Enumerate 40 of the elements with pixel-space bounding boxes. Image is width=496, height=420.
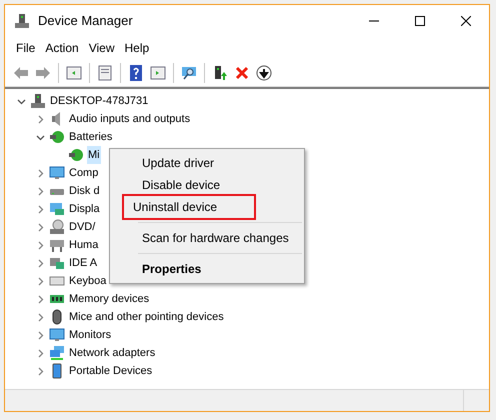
dvd-drive-icon: [49, 219, 65, 235]
tree-item[interactable]: Memory devices: [68, 290, 150, 308]
device-manager-icon: [14, 13, 30, 29]
context-menu-item[interactable]: Uninstall device: [122, 194, 256, 220]
tree-item[interactable]: Huma: [68, 236, 100, 254]
tree-item[interactable]: Monitors: [68, 326, 112, 344]
tree-item[interactable]: DVD/: [68, 218, 96, 236]
collapse-chevron-icon[interactable]: [36, 132, 44, 142]
battery-plug-icon: [68, 147, 84, 163]
menu-item[interactable]: File: [11, 39, 40, 57]
battery-plug-icon: [49, 129, 65, 145]
tree-item[interactable]: Batteries: [68, 128, 114, 146]
display-adapter-icon: [49, 201, 65, 217]
tree-item[interactable]: Displa: [68, 200, 101, 218]
tree-item[interactable]: Disk d: [68, 182, 101, 200]
computer-icon: [30, 93, 46, 109]
window-title: Device Manager: [38, 12, 133, 30]
context-menu-item[interactable]: Disable device: [132, 174, 230, 196]
menu-item[interactable]: View: [84, 39, 120, 57]
context-menu-item[interactable]: Scan for hardware changes: [132, 227, 299, 249]
ide-controller-icon: [49, 255, 65, 271]
context-menu-item[interactable]: Properties: [132, 258, 212, 280]
tree-item[interactable]: Audio inputs and outputs: [68, 110, 192, 128]
keyboard-device-icon: [49, 237, 65, 253]
tree-item[interactable]: IDE A: [68, 254, 98, 272]
tree-item[interactable]: Mice and other pointing devices: [68, 308, 225, 326]
context-menu-item[interactable]: Update driver: [132, 152, 224, 174]
network-icon: [49, 345, 65, 361]
tree-item[interactable]: Portable Devices: [68, 362, 154, 380]
menu-item[interactable]: Action: [40, 39, 84, 57]
menu-item[interactable]: Help: [120, 39, 154, 57]
monitor-icon: [49, 165, 65, 181]
expand-chevron-icon[interactable]: [36, 114, 44, 124]
collapse-chevron-icon[interactable]: [16, 96, 26, 106]
tree-item[interactable]: Network adapters: [68, 344, 156, 362]
monitor-icon: [49, 327, 65, 343]
tree-item[interactable]: Keyboa: [68, 272, 108, 290]
tree-item[interactable]: Comp: [68, 164, 100, 182]
tree-item[interactable]: Mi: [87, 146, 101, 164]
tree-item[interactable]: DESKTOP-478J731: [49, 92, 150, 110]
